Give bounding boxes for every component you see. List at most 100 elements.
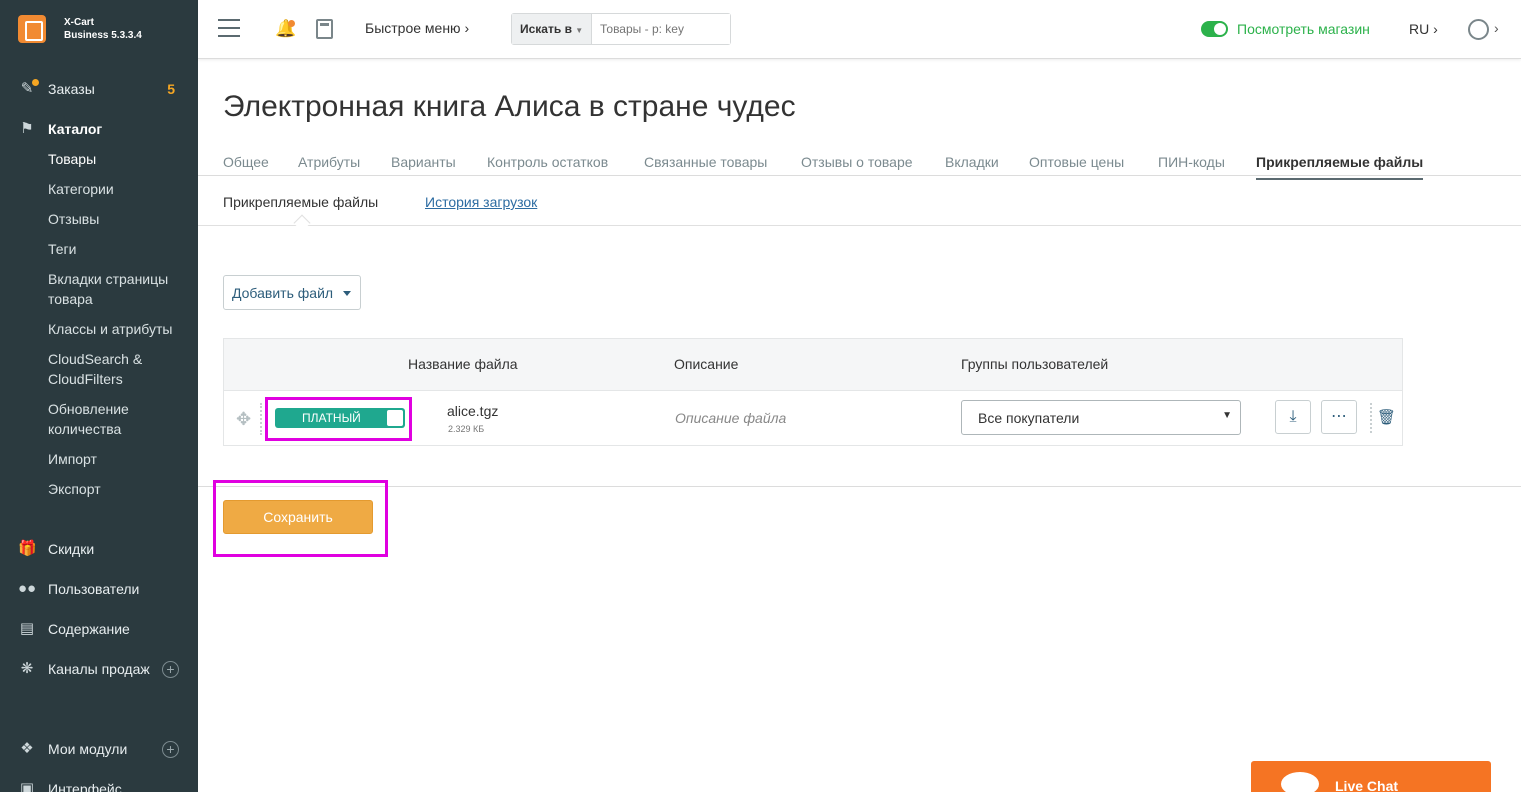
add-module-icon[interactable]: +: [162, 741, 179, 758]
brand: X-Cart Business 5.3.3.4: [64, 16, 142, 42]
tab-attachments[interactable]: Прикрепляемые файлы: [1256, 154, 1424, 180]
topbar: 🔔 Быстрое меню › Искать в ▼ Посмотреть м…: [198, 0, 1521, 59]
sidebar-subitem-products[interactable]: Товары: [48, 149, 188, 169]
view-store-link[interactable]: Посмотреть магазин: [1237, 21, 1370, 37]
highlight-box-save: [213, 480, 388, 557]
sidebar-subitem-export[interactable]: Экспорт: [48, 479, 188, 499]
language-selector[interactable]: RU ›: [1409, 21, 1438, 37]
sidebar-item-interface[interactable]: ▣ Интерфейс: [0, 774, 198, 792]
tab-reviews[interactable]: Отзывы о товаре: [801, 154, 913, 170]
user-groups-value: Все покупатели: [978, 410, 1080, 426]
product-tabs: Общее Атрибуты Варианты Контроль остатко…: [198, 150, 1521, 180]
tab-inventory[interactable]: Контроль остатков: [487, 154, 608, 170]
chat-bubble-icon: [1281, 772, 1319, 792]
calculator-icon[interactable]: [316, 19, 333, 39]
caret-down-icon: ▼: [575, 26, 584, 35]
sidebar-subitem-categories[interactable]: Категории: [48, 179, 188, 199]
sidebar-item-label: Скидки: [48, 541, 95, 557]
orders-count-badge: 5: [167, 81, 175, 97]
tab-wholesale[interactable]: Оптовые цены: [1029, 154, 1124, 170]
sidebar-item-orders[interactable]: ✎ Заказы 5: [0, 74, 198, 104]
active-subtab-pointer: [293, 214, 311, 232]
live-chat-label: Live Chat: [1335, 778, 1399, 792]
bell-icon[interactable]: 🔔: [275, 19, 296, 39]
interface-icon: ▣: [19, 780, 35, 792]
add-file-label: Добавить файл: [232, 284, 334, 301]
sidebar-item-content[interactable]: ▤ Содержание: [0, 614, 198, 644]
search-scope-label: Искать в: [520, 22, 572, 36]
sidebar-item-my-modules[interactable]: ❖ Мои модули +: [0, 734, 198, 764]
sidebar-subitem-classes-attributes[interactable]: Классы и атрибуты: [48, 319, 188, 339]
drag-handle-icon[interactable]: ✥: [236, 409, 251, 430]
sidebar-subitem-reviews[interactable]: Отзывы: [48, 209, 188, 229]
quick-menu-button[interactable]: Быстрое меню ›: [365, 20, 469, 36]
channels-icon: ❋: [20, 660, 34, 677]
tab-general[interactable]: Общее: [223, 154, 269, 170]
brand-name: X-Cart: [64, 17, 95, 28]
search-input[interactable]: [592, 14, 730, 44]
chevron-right-icon: ›: [1433, 21, 1438, 37]
gift-icon: 🎁: [18, 540, 37, 557]
user-groups-select[interactable]: Все покупатели ▼: [961, 400, 1241, 435]
download-button[interactable]: ⤓: [1275, 400, 1311, 434]
users-icon: ●●: [18, 580, 37, 597]
live-chat-widget[interactable]: Live Chat: [1251, 761, 1491, 792]
sidebar-subitem-product-tabs[interactable]: Вкладки страницы товара: [48, 269, 188, 309]
search-box: Искать в ▼: [511, 13, 731, 45]
brand-version: Business 5.3.3.4: [64, 30, 142, 41]
orders-icon: ✎: [18, 79, 39, 97]
sidebar-item-label: Каталог: [48, 121, 103, 137]
add-file-button[interactable]: Добавить файл: [223, 275, 361, 310]
puzzle-icon: ❖: [20, 740, 34, 757]
subtab-download-history[interactable]: История загрузок: [425, 194, 537, 210]
view-store-toggle[interactable]: [1201, 21, 1228, 37]
content-icon: ▤: [19, 620, 35, 637]
header-filename: Название файла: [408, 356, 518, 372]
add-channel-icon[interactable]: +: [162, 661, 179, 678]
sidebar-item-discounts[interactable]: 🎁 Скидки: [0, 534, 198, 564]
chevron-right-icon: ›: [464, 20, 470, 36]
sidebar-subitem-update-quantity[interactable]: Обновление количества: [48, 399, 188, 439]
tab-attributes[interactable]: Атрибуты: [298, 154, 360, 170]
menu-icon[interactable]: [218, 19, 240, 37]
trash-icon[interactable]: 🗑: [1377, 408, 1396, 426]
header-user-groups: Группы пользователей: [961, 356, 1109, 372]
tab-tabs[interactable]: Вкладки: [945, 154, 999, 170]
sidebar-item-label: Мои модули: [48, 741, 128, 757]
user-avatar-icon[interactable]: [1468, 19, 1489, 40]
download-icon: ⤓: [1289, 408, 1297, 425]
header-description: Описание: [674, 356, 739, 372]
orders-notification-dot: [32, 79, 39, 86]
file-size: 2.329 КБ: [448, 424, 485, 434]
tab-variants[interactable]: Варианты: [391, 154, 456, 170]
subtab-attachments[interactable]: Прикрепляемые файлы: [223, 194, 378, 210]
sidebar-item-label: Интерфейс: [48, 781, 122, 792]
quick-menu-label: Быстрое меню: [365, 20, 461, 36]
caret-down-icon: ▼: [1222, 410, 1232, 421]
xcart-logo-icon[interactable]: [18, 15, 46, 43]
language-label: RU: [1409, 21, 1430, 37]
sidebar-item-label: Каналы продаж: [48, 661, 150, 677]
sidebar-subitem-import[interactable]: Импорт: [48, 449, 188, 469]
drag-divider: [260, 403, 262, 435]
tags-icon: ⚑: [20, 120, 34, 137]
tab-related[interactable]: Связанные товары: [644, 154, 767, 170]
sidebar-item-catalog[interactable]: ⚑ Каталог: [0, 114, 198, 144]
sidebar-item-label: Пользователи: [48, 581, 140, 597]
tab-pin-codes[interactable]: ПИН-коды: [1158, 154, 1225, 170]
more-actions-button[interactable]: ⋯: [1321, 400, 1357, 434]
sidebar-item-sales-channels[interactable]: ❋ Каналы продаж +: [0, 654, 198, 684]
file-description-field[interactable]: Описание файла: [675, 410, 786, 426]
search-scope-dropdown[interactable]: Искать в ▼: [512, 14, 592, 44]
sidebar-subitem-cloudsearch[interactable]: CloudSearch & CloudFilters: [48, 349, 188, 389]
actions-divider: [1370, 403, 1372, 433]
sidebar-item-users[interactable]: ●● Пользователи: [0, 574, 198, 604]
chevron-right-icon[interactable]: ›: [1494, 20, 1499, 36]
sidebar-subitem-tags[interactable]: Теги: [48, 239, 188, 259]
caret-down-icon: [343, 291, 351, 296]
sub-tabs: Прикрепляемые файлы История загрузок: [198, 192, 1521, 232]
page-title: Электронная книга Алиса в стране чудес: [223, 90, 796, 123]
notification-dot: [288, 20, 295, 27]
divider: [198, 486, 1521, 487]
sidebar-item-label: Содержание: [48, 621, 130, 637]
